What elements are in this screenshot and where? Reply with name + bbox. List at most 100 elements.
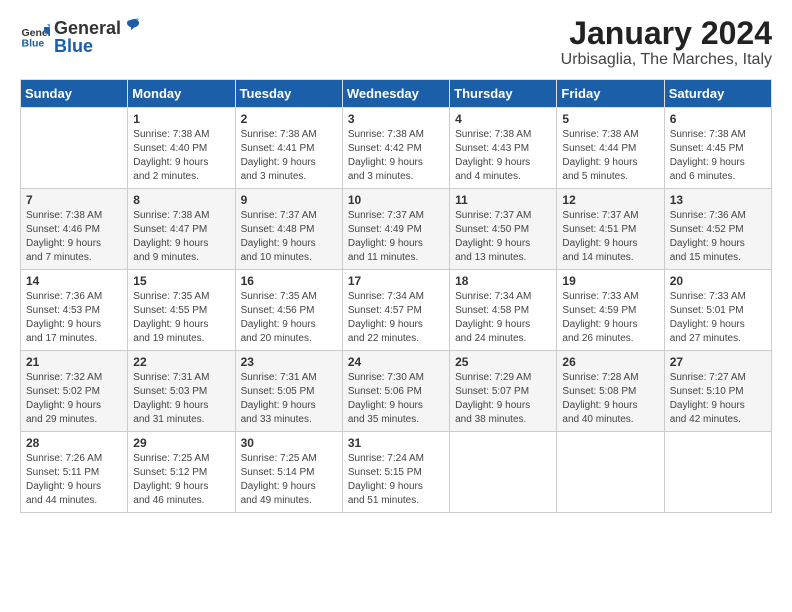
calendar-cell: 15Sunrise: 7:35 AMSunset: 4:55 PMDayligh… xyxy=(128,270,235,351)
day-number: 17 xyxy=(348,274,444,288)
header-monday: Monday xyxy=(128,80,235,108)
calendar-cell: 21 Sunrise: 7:32 AMSunset: 5:02 PMDayligh… xyxy=(21,351,128,432)
logo-general: General xyxy=(54,19,121,37)
calendar-table: SundayMondayTuesdayWednesdayThursdayFrid… xyxy=(20,79,772,513)
day-info: Sunrise: 7:26 AMSunset: 5:11 PMDaylight:… xyxy=(26,452,122,508)
calendar-cell: 26 Sunrise: 7:28 AMSunset: 5:08 PMDayligh… xyxy=(557,351,664,432)
day-number: 12 xyxy=(562,193,658,207)
day-info: Sunrise: 7:31 AMSunset: 5:05 PMDaylight:… xyxy=(241,371,337,427)
day-number: 8 xyxy=(133,193,229,207)
calendar-header-row: SundayMondayTuesdayWednesdayThursdayFrid… xyxy=(21,80,772,108)
page-title: January 2024 xyxy=(561,16,772,51)
day-number: 3 xyxy=(348,112,444,126)
calendar-cell: 18Sunrise: 7:34 AMSunset: 4:58 PMDayligh… xyxy=(450,270,557,351)
day-number: 7 xyxy=(26,193,122,207)
calendar-cell: 5Sunrise: 7:38 AMSunset: 4:44 PMDaylight… xyxy=(557,108,664,189)
title-block: January 2024 Urbisaglia, The Marches, It… xyxy=(561,16,772,69)
week-row-5: 28 Sunrise: 7:26 AMSunset: 5:11 PMDayligh… xyxy=(21,432,772,513)
day-number: 28 xyxy=(26,436,122,450)
day-info: Sunrise: 7:30 AMSunset: 5:06 PMDaylight:… xyxy=(348,371,444,427)
day-number: 27 xyxy=(670,355,766,369)
day-info: Sunrise: 7:36 AMSunset: 4:52 PMDaylight:… xyxy=(670,209,766,265)
calendar-cell: 13Sunrise: 7:36 AMSunset: 4:52 PMDayligh… xyxy=(664,189,771,270)
calendar-cell: 23 Sunrise: 7:31 AMSunset: 5:05 PMDayligh… xyxy=(235,351,342,432)
day-info: Sunrise: 7:37 AMSunset: 4:48 PMDaylight:… xyxy=(241,209,337,265)
calendar-cell: 28 Sunrise: 7:26 AMSunset: 5:11 PMDayligh… xyxy=(21,432,128,513)
day-info: Sunrise: 7:24 AMSunset: 5:15 PMDaylight:… xyxy=(348,452,444,508)
day-number: 22 xyxy=(133,355,229,369)
day-info: Sunrise: 7:38 AMSunset: 4:41 PMDaylight:… xyxy=(241,128,337,184)
calendar-cell xyxy=(557,432,664,513)
calendar-cell xyxy=(21,108,128,189)
header-wednesday: Wednesday xyxy=(342,80,449,108)
day-info: Sunrise: 7:38 AMSunset: 4:46 PMDaylight:… xyxy=(26,209,122,265)
calendar-cell: 20 Sunrise: 7:33 AMSunset: 5:01 PMDayligh… xyxy=(664,270,771,351)
calendar-cell: 30Sunrise: 7:25 AMSunset: 5:14 PMDayligh… xyxy=(235,432,342,513)
day-number: 6 xyxy=(670,112,766,126)
calendar-cell: 16Sunrise: 7:35 AMSunset: 4:56 PMDayligh… xyxy=(235,270,342,351)
calendar-cell: 12Sunrise: 7:37 AMSunset: 4:51 PMDayligh… xyxy=(557,189,664,270)
week-row-4: 21 Sunrise: 7:32 AMSunset: 5:02 PMDayligh… xyxy=(21,351,772,432)
day-number: 4 xyxy=(455,112,551,126)
day-number: 21 xyxy=(26,355,122,369)
day-number: 1 xyxy=(133,112,229,126)
calendar-cell: 10 Sunrise: 7:37 AMSunset: 4:49 PMDayligh… xyxy=(342,189,449,270)
day-number: 5 xyxy=(562,112,658,126)
day-info: Sunrise: 7:38 AMSunset: 4:45 PMDaylight:… xyxy=(670,128,766,184)
day-info: Sunrise: 7:25 AMSunset: 5:12 PMDaylight:… xyxy=(133,452,229,508)
day-info: Sunrise: 7:27 AMSunset: 5:10 PMDaylight:… xyxy=(670,371,766,427)
week-row-3: 14Sunrise: 7:36 AMSunset: 4:53 PMDayligh… xyxy=(21,270,772,351)
day-number: 19 xyxy=(562,274,658,288)
calendar-cell xyxy=(450,432,557,513)
day-number: 23 xyxy=(241,355,337,369)
day-info: Sunrise: 7:33 AMSunset: 5:01 PMDaylight:… xyxy=(670,290,766,346)
calendar-cell: 27 Sunrise: 7:27 AMSunset: 5:10 PMDayligh… xyxy=(664,351,771,432)
calendar-cell: 3 Sunrise: 7:38 AMSunset: 4:42 PMDaylight… xyxy=(342,108,449,189)
day-info: Sunrise: 7:33 AMSunset: 4:59 PMDaylight:… xyxy=(562,290,658,346)
calendar-cell: 14Sunrise: 7:36 AMSunset: 4:53 PMDayligh… xyxy=(21,270,128,351)
day-number: 16 xyxy=(241,274,337,288)
day-info: Sunrise: 7:37 AMSunset: 4:49 PMDaylight:… xyxy=(348,209,444,265)
svg-text:Blue: Blue xyxy=(22,37,45,49)
calendar-cell: 31 Sunrise: 7:24 AMSunset: 5:15 PMDayligh… xyxy=(342,432,449,513)
calendar-cell: 4 Sunrise: 7:38 AMSunset: 4:43 PMDaylight… xyxy=(450,108,557,189)
logo: General Blue General Blue xyxy=(20,16,141,55)
day-info: Sunrise: 7:28 AMSunset: 5:08 PMDaylight:… xyxy=(562,371,658,427)
week-row-1: 1 Sunrise: 7:38 AMSunset: 4:40 PMDaylight… xyxy=(21,108,772,189)
day-info: Sunrise: 7:38 AMSunset: 4:40 PMDaylight:… xyxy=(133,128,229,184)
day-info: Sunrise: 7:38 AMSunset: 4:47 PMDaylight:… xyxy=(133,209,229,265)
logo-icon: General Blue xyxy=(20,21,50,51)
calendar-cell: 22Sunrise: 7:31 AMSunset: 5:03 PMDayligh… xyxy=(128,351,235,432)
day-number: 2 xyxy=(241,112,337,126)
logo-bird-icon xyxy=(122,16,140,34)
calendar-cell: 1 Sunrise: 7:38 AMSunset: 4:40 PMDaylight… xyxy=(128,108,235,189)
calendar-cell: 6 Sunrise: 7:38 AMSunset: 4:45 PMDaylight… xyxy=(664,108,771,189)
day-number: 30 xyxy=(241,436,337,450)
day-info: Sunrise: 7:32 AMSunset: 5:02 PMDaylight:… xyxy=(26,371,122,427)
calendar-cell: 25Sunrise: 7:29 AMSunset: 5:07 PMDayligh… xyxy=(450,351,557,432)
logo-blue: Blue xyxy=(54,37,141,55)
header-sunday: Sunday xyxy=(21,80,128,108)
calendar-cell: 24 Sunrise: 7:30 AMSunset: 5:06 PMDayligh… xyxy=(342,351,449,432)
calendar-cell: 19 Sunrise: 7:33 AMSunset: 4:59 PMDayligh… xyxy=(557,270,664,351)
day-number: 10 xyxy=(348,193,444,207)
calendar-cell: 7 Sunrise: 7:38 AMSunset: 4:46 PMDaylight… xyxy=(21,189,128,270)
day-number: 29 xyxy=(133,436,229,450)
day-number: 24 xyxy=(348,355,444,369)
day-number: 20 xyxy=(670,274,766,288)
week-row-2: 7 Sunrise: 7:38 AMSunset: 4:46 PMDaylight… xyxy=(21,189,772,270)
day-number: 31 xyxy=(348,436,444,450)
day-info: Sunrise: 7:34 AMSunset: 4:57 PMDaylight:… xyxy=(348,290,444,346)
day-number: 26 xyxy=(562,355,658,369)
day-info: Sunrise: 7:36 AMSunset: 4:53 PMDaylight:… xyxy=(26,290,122,346)
day-number: 9 xyxy=(241,193,337,207)
day-number: 25 xyxy=(455,355,551,369)
header-thursday: Thursday xyxy=(450,80,557,108)
day-info: Sunrise: 7:34 AMSunset: 4:58 PMDaylight:… xyxy=(455,290,551,346)
day-info: Sunrise: 7:38 AMSunset: 4:43 PMDaylight:… xyxy=(455,128,551,184)
header-saturday: Saturday xyxy=(664,80,771,108)
day-info: Sunrise: 7:38 AMSunset: 4:42 PMDaylight:… xyxy=(348,128,444,184)
calendar-cell: 9 Sunrise: 7:37 AMSunset: 4:48 PMDaylight… xyxy=(235,189,342,270)
page-header: General Blue General Blue January 2024 U… xyxy=(20,16,772,69)
day-info: Sunrise: 7:35 AMSunset: 4:55 PMDaylight:… xyxy=(133,290,229,346)
